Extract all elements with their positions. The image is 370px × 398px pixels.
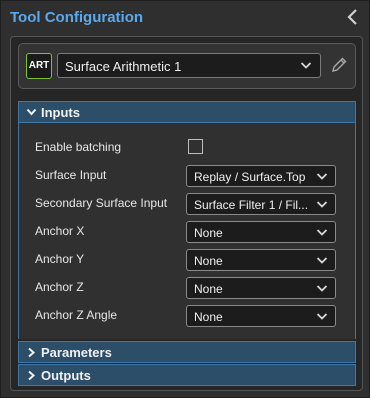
field-label: Anchor Z [35, 280, 84, 294]
chevron-down-icon [26, 108, 37, 116]
section-header-inputs[interactable]: Inputs [18, 101, 356, 123]
section-label-parameters: Parameters [41, 345, 112, 360]
chevron-right-icon [28, 347, 36, 358]
collapse-panel-button[interactable] [345, 7, 361, 27]
field-anchor-x: Anchor X None [19, 221, 355, 243]
pencil-icon [332, 57, 347, 72]
field-secondary-surface-input: Secondary Surface Input Surface Filter 1… [19, 193, 355, 215]
title-bar: Tool Configuration [1, 1, 370, 35]
section-header-outputs[interactable]: Outputs [18, 364, 356, 386]
chevron-down-icon [300, 62, 312, 69]
edit-tool-name-button[interactable] [329, 55, 349, 75]
chevron-down-icon [316, 285, 328, 292]
field-anchor-y: Anchor Y None [19, 249, 355, 271]
tool-configuration-window: Tool Configuration ART Surface Arithmeti… [0, 0, 370, 398]
field-label: Anchor Y [35, 252, 85, 266]
chevron-down-icon [316, 229, 328, 236]
field-label: Surface Input [35, 168, 107, 182]
chevron-down-icon [316, 257, 328, 264]
tool-type-badge: ART [26, 53, 52, 79]
chevron-right-icon [28, 370, 36, 381]
anchor-z-dropdown[interactable]: None [186, 277, 336, 299]
dropdown-value: None [194, 282, 223, 296]
chevron-left-icon [347, 9, 357, 25]
secondary-surface-input-dropdown[interactable]: Surface Filter 1 / Fil... [186, 193, 336, 215]
tool-selector-row: ART Surface Arithmetic 1 [18, 43, 356, 89]
inputs-section-body: Enable batching Surface Input Replay / S… [18, 123, 356, 339]
section-label-inputs: Inputs [41, 105, 80, 120]
dropdown-value: None [194, 254, 223, 268]
field-label: Anchor Z Angle [35, 308, 118, 322]
enable-batching-checkbox[interactable] [188, 139, 203, 154]
tool-select-value: Surface Arithmetic 1 [65, 59, 182, 74]
anchor-z-angle-dropdown[interactable]: None [186, 305, 336, 327]
anchor-y-dropdown[interactable]: None [186, 249, 336, 271]
chevron-down-icon [316, 173, 328, 180]
section-header-parameters[interactable]: Parameters [18, 341, 356, 363]
field-surface-input: Surface Input Replay / Surface.Top [19, 165, 355, 187]
tool-panel: ART Surface Arithmetic 1 Inputs Enable b… [10, 36, 363, 391]
dropdown-value: Surface Filter 1 / Fil... [194, 198, 309, 212]
field-label: Secondary Surface Input [35, 196, 168, 210]
dropdown-value: None [194, 226, 223, 240]
field-anchor-z: Anchor Z None [19, 277, 355, 299]
window-title: Tool Configuration [10, 9, 144, 26]
section-label-outputs: Outputs [41, 368, 91, 383]
field-enable-batching: Enable batching [19, 137, 355, 159]
dropdown-value: None [194, 310, 223, 324]
chevron-down-icon [316, 201, 328, 208]
chevron-down-icon [316, 313, 328, 320]
dropdown-value: Replay / Surface.Top [194, 170, 306, 184]
tool-select-dropdown[interactable]: Surface Arithmetic 1 [57, 53, 321, 78]
surface-input-dropdown[interactable]: Replay / Surface.Top [186, 165, 336, 187]
field-label: Anchor X [35, 224, 85, 238]
field-label: Enable batching [35, 140, 122, 154]
anchor-x-dropdown[interactable]: None [186, 221, 336, 243]
field-anchor-z-angle: Anchor Z Angle None [19, 305, 355, 327]
